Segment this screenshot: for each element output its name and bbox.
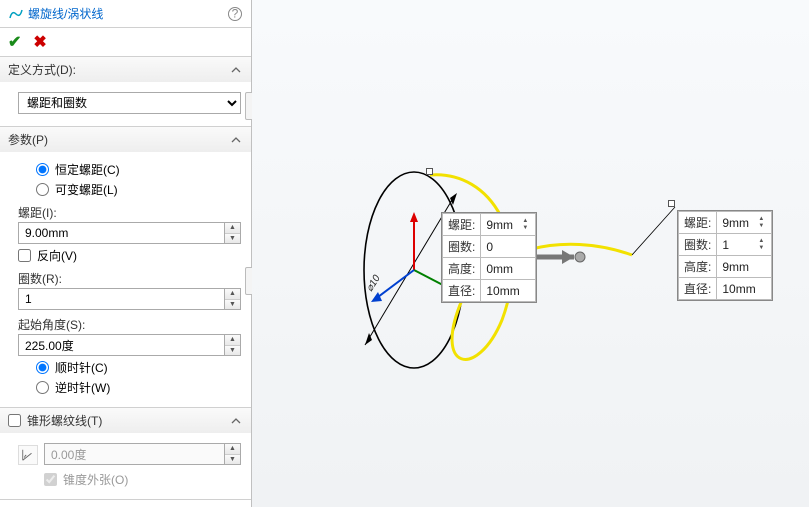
c2-pitch-label: 螺距: bbox=[679, 212, 717, 234]
variable-pitch-radio[interactable] bbox=[36, 183, 49, 196]
c1-dia-label: 直径: bbox=[443, 280, 481, 302]
rev-up-button[interactable]: ▲ bbox=[225, 289, 240, 300]
taper-outward-label: 锥度外张(O) bbox=[63, 471, 128, 488]
pitch-input[interactable] bbox=[18, 222, 225, 244]
callout-start: 螺距: 9mm ▲▼ 圈数:0 高度:0mm 直径:10mm bbox=[441, 212, 537, 303]
revolutions-spinner: ▲▼ bbox=[18, 288, 241, 310]
c2-dia-label: 直径: bbox=[679, 278, 717, 300]
ccw-radio[interactable] bbox=[36, 381, 49, 394]
ccw-label: 逆时针(W) bbox=[55, 379, 110, 396]
define-method-select[interactable]: 螺距和圈数 bbox=[18, 92, 241, 114]
reverse-label: 反向(V) bbox=[37, 247, 77, 264]
c2-rev-label: 圈数: bbox=[679, 234, 717, 256]
start-angle-label: 起始角度(S): bbox=[18, 316, 241, 333]
c1-pitch-up[interactable]: ▲ bbox=[520, 218, 530, 225]
c1-height-label: 高度: bbox=[443, 258, 481, 280]
help-icon[interactable]: ? bbox=[227, 6, 243, 22]
angle-down-button[interactable]: ▼ bbox=[225, 346, 240, 356]
taper-spinner: ▲▼ bbox=[44, 443, 241, 465]
c1-dia-value: 10mm bbox=[481, 280, 536, 302]
pitch-spinner: ▲▼ bbox=[18, 222, 241, 244]
c2-pitch-down[interactable]: ▼ bbox=[756, 223, 766, 230]
constant-pitch-label: 恒定螺距(C) bbox=[55, 161, 120, 178]
c2-height-value: 9mm bbox=[717, 256, 772, 278]
variable-pitch-label: 可变螺距(L) bbox=[55, 181, 118, 198]
c1-height-value: 0mm bbox=[481, 258, 536, 280]
taper-checkbox[interactable] bbox=[8, 414, 21, 427]
callout-end: 螺距:9mm▲▼ 圈数:1▲▼ 高度:9mm 直径:10mm bbox=[677, 210, 773, 301]
chevron-up-icon bbox=[229, 133, 243, 147]
c2-rev-up[interactable]: ▲ bbox=[756, 238, 766, 245]
panel-header: 螺旋线/涡状线 ? bbox=[0, 0, 251, 28]
c2-dia-value: 10mm bbox=[717, 278, 772, 300]
taper-section: 锥形螺纹线(T) ▲▼ 锥度外张(O) bbox=[0, 408, 251, 500]
taper-label: 锥形螺纹线(T) bbox=[27, 412, 229, 429]
ok-button[interactable]: ✔ bbox=[8, 32, 21, 52]
define-section: 定义方式(D): 螺距和圈数 bbox=[0, 57, 251, 127]
c1-pitch-value[interactable]: 9mm bbox=[486, 218, 514, 232]
c2-pitch-value[interactable]: 9mm bbox=[722, 216, 750, 230]
angle-up-button[interactable]: ▲ bbox=[225, 335, 240, 346]
taper-down-button: ▼ bbox=[225, 455, 240, 465]
c1-pitch-label: 螺距: bbox=[443, 214, 481, 236]
taper-header[interactable]: 锥形螺纹线(T) bbox=[0, 408, 251, 433]
taper-angle-icon bbox=[18, 445, 38, 465]
params-label: 参数(P) bbox=[8, 131, 229, 148]
pitch-label: 螺距(I): bbox=[18, 204, 241, 221]
c2-pitch-up[interactable]: ▲ bbox=[756, 216, 766, 223]
c2-rev-down[interactable]: ▼ bbox=[756, 245, 766, 252]
property-panel: 螺旋线/涡状线 ? ✔ ✖ 定义方式(D): 螺距和圈数 参数(P) 恒定螺距(… bbox=[0, 0, 252, 507]
pitch-up-button[interactable]: ▲ bbox=[225, 223, 240, 234]
chevron-up-icon bbox=[229, 414, 243, 428]
cw-radio[interactable] bbox=[36, 361, 49, 374]
c1-rev-value: 0 bbox=[481, 236, 536, 258]
c2-rev-value[interactable]: 1 bbox=[722, 238, 750, 252]
c1-pitch-down[interactable]: ▼ bbox=[520, 225, 530, 232]
constant-pitch-radio[interactable] bbox=[36, 163, 49, 176]
svg-text:?: ? bbox=[232, 6, 239, 20]
helix-end-handle[interactable] bbox=[668, 200, 675, 207]
revolutions-input[interactable] bbox=[18, 288, 225, 310]
graphics-viewport[interactable]: ⌀10 螺距:9mm▲▼ 圈数:0 高度:0mm 直径:10mm 螺距:9mm▲… bbox=[252, 0, 809, 507]
define-label: 定义方式(D): bbox=[8, 61, 229, 78]
chevron-up-icon bbox=[229, 63, 243, 77]
c1-rev-label: 圈数: bbox=[443, 236, 481, 258]
define-header[interactable]: 定义方式(D): bbox=[0, 57, 251, 82]
start-angle-input[interactable] bbox=[18, 334, 225, 356]
helix-icon bbox=[8, 6, 24, 22]
cancel-button[interactable]: ✖ bbox=[33, 32, 46, 52]
cw-label: 顺时针(C) bbox=[55, 359, 108, 376]
c2-height-label: 高度: bbox=[679, 256, 717, 278]
helix-start-handle[interactable] bbox=[426, 168, 433, 175]
confirm-bar: ✔ ✖ bbox=[0, 28, 251, 57]
revolutions-label: 圈数(R): bbox=[18, 270, 241, 287]
taper-outward-checkbox bbox=[44, 473, 57, 486]
taper-up-button: ▲ bbox=[225, 444, 240, 455]
params-section: 参数(P) 恒定螺距(C) 可变螺距(L) 螺距(I): ▲▼ 反向(V) 圈数… bbox=[0, 127, 251, 408]
taper-input bbox=[44, 443, 225, 465]
pitch-down-button[interactable]: ▼ bbox=[225, 234, 240, 244]
panel-title: 螺旋线/涡状线 bbox=[28, 5, 227, 22]
params-header[interactable]: 参数(P) bbox=[0, 127, 251, 152]
rev-down-button[interactable]: ▼ bbox=[225, 300, 240, 310]
start-angle-spinner: ▲▼ bbox=[18, 334, 241, 356]
reverse-checkbox[interactable] bbox=[18, 249, 31, 262]
